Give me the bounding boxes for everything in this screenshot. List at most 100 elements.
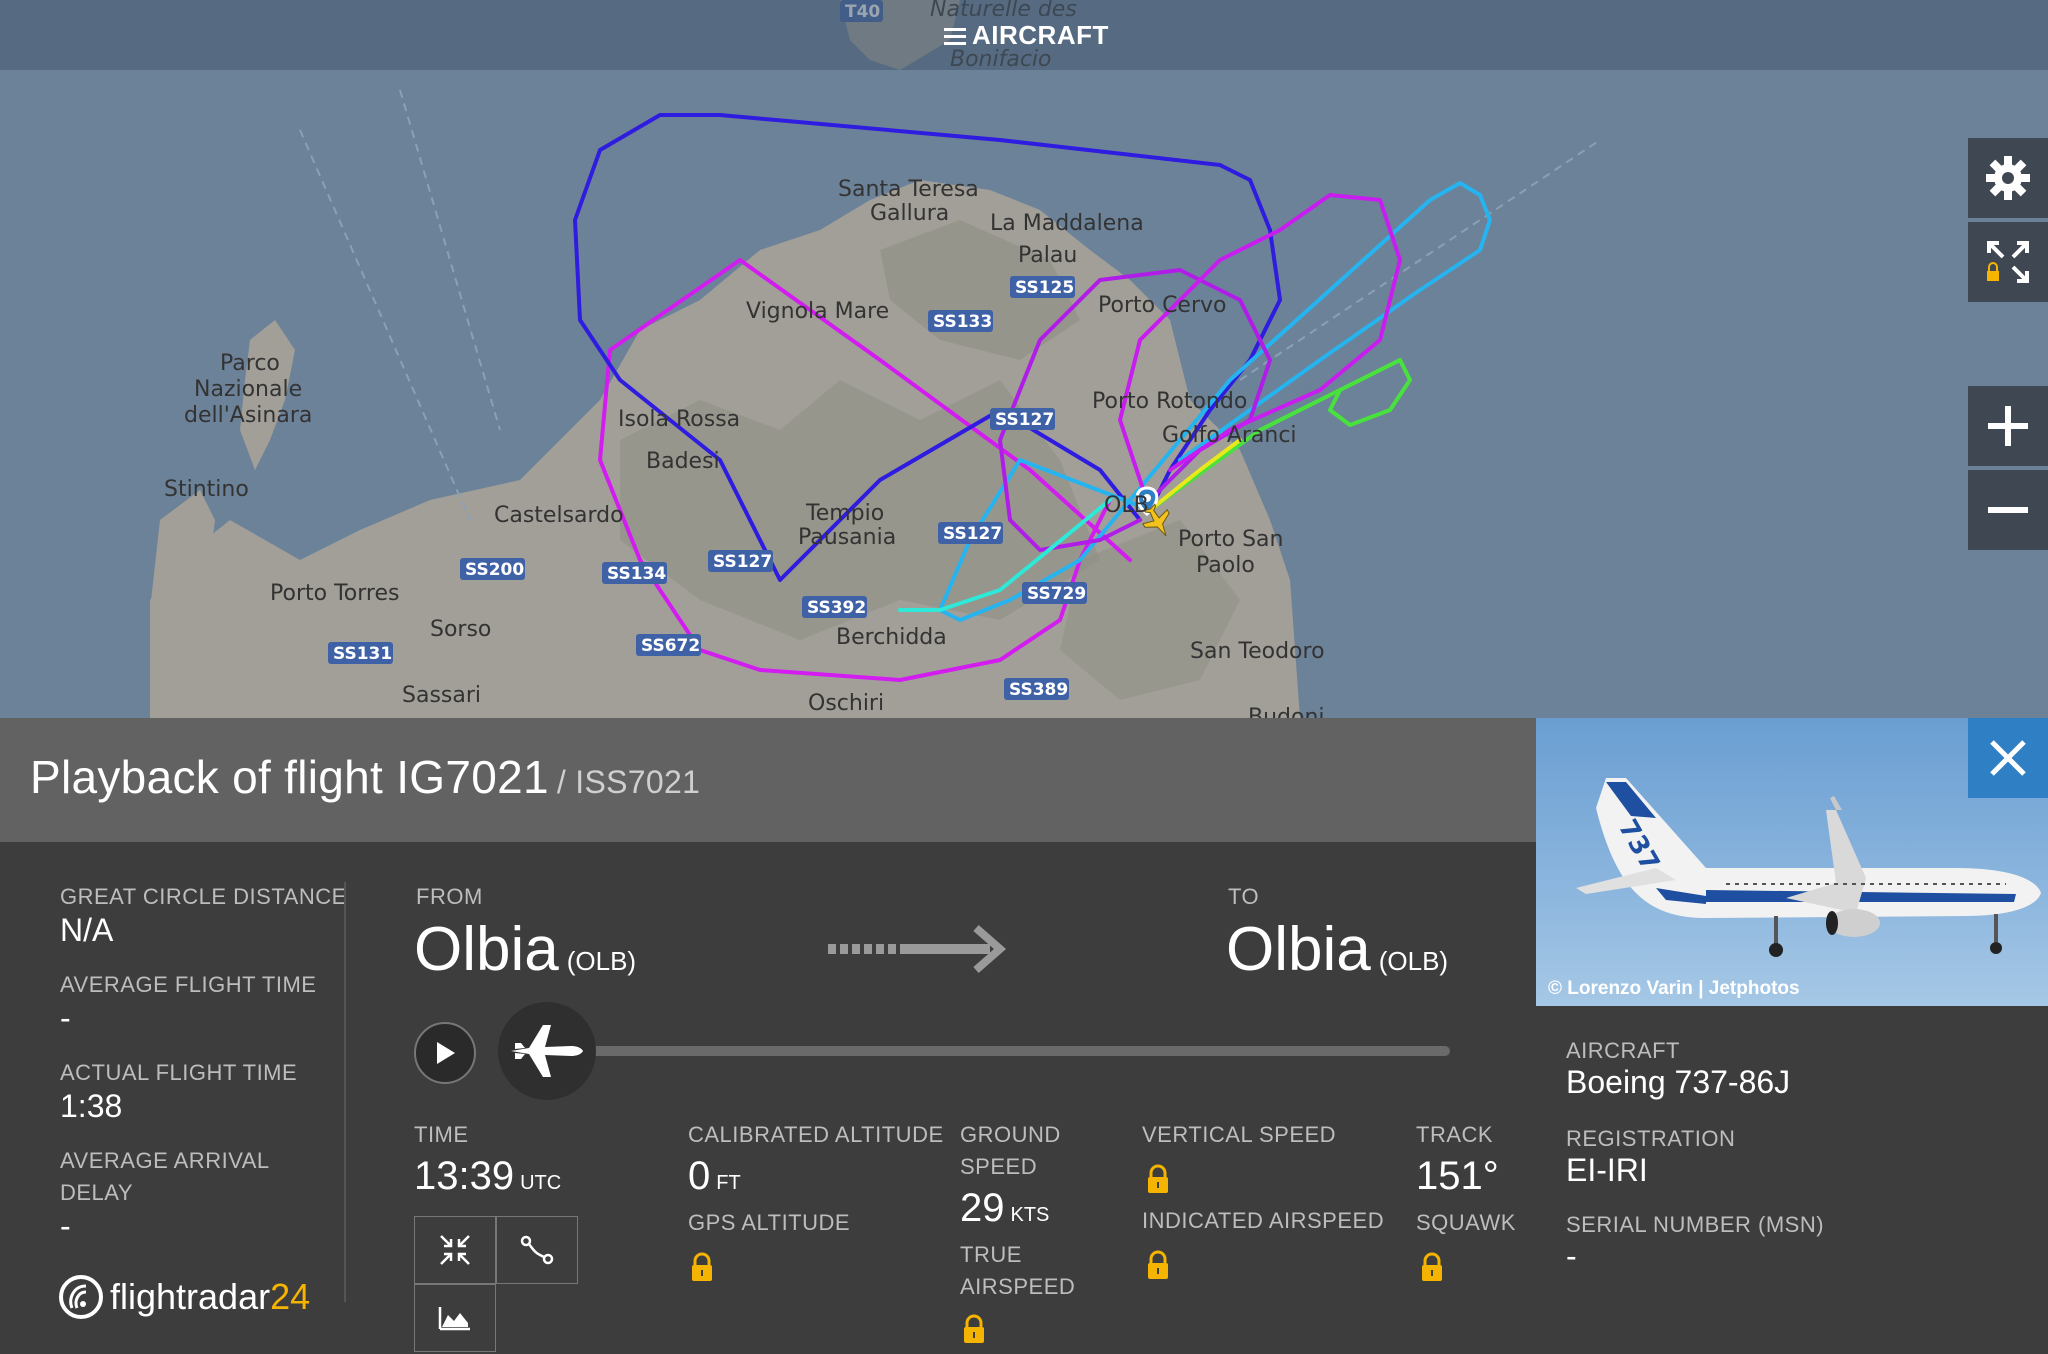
road-shield: SS389 [1004,678,1069,700]
place-label: Palau [1018,243,1077,268]
route-icon [520,1235,554,1265]
road-shield: SS127 [938,522,1003,544]
expand-icon [1987,241,2029,283]
road-shield: SS134 [602,562,667,584]
svg-text:SS200: SS200 [465,560,524,580]
time-value: 13:39 [414,1154,515,1198]
settings-button[interactable] [1968,138,2048,218]
place-label: Porto San [1178,527,1283,552]
place-label: Parco [220,351,280,376]
road-shield: SS133 [928,310,993,332]
aircraft-type-label: AIRCRAFT [1566,1038,1680,1063]
to-airport: Olbia (OLB) [1226,914,1448,985]
place-label: Isola Rossa [618,407,740,432]
time-readout: 13:39 UTC [414,1154,561,1199]
to-code: (OLB) [1378,946,1449,976]
gs-label-2: SPEED [960,1154,1038,1179]
cal-alt-value: 0 [688,1154,711,1198]
play-button[interactable] [414,1022,476,1084]
road-shield: SS392 [802,596,867,618]
playback-timeline[interactable] [520,1046,1450,1056]
altitude-graph-button[interactable] [414,1284,496,1352]
aad-value: - [60,1208,71,1244]
svg-text:SS127: SS127 [943,524,1002,544]
zoom-in-button[interactable] [1968,386,2048,466]
gps-alt-label: GPS ALTITUDE [688,1210,851,1235]
place-label: La Maddalena [990,211,1144,236]
gcd-value: N/A [60,912,114,948]
aad-label-1: AVERAGE ARRIVAL [60,1148,270,1173]
radar-logo-icon [59,1275,103,1319]
place-label: Sorso [430,617,491,642]
map-canvas: Naturelle desBonifacioSanta TeresaGallur… [150,0,1601,718]
road-shield: SS200 [460,558,525,580]
ias-label: INDICATED AIRSPEED [1142,1208,1385,1233]
flight-title: Playback of flight IG7021/ ISS7021 [30,750,700,804]
svg-text:SS392: SS392 [807,598,866,618]
brand-number: 24 [270,1276,311,1317]
sea-lane-3 [1239,139,1601,381]
aft-value: - [60,1000,71,1036]
flight-title-text: Playback of flight IG7021 [30,751,549,803]
place-label: Porto Rotondo [1092,389,1247,414]
place-label: Pausania [798,525,896,550]
airplane-icon [511,1025,583,1077]
place-label: Gallura [870,201,949,226]
aircraft-info-panel: 737 © Lorenzo Varin | Jetphotos AIRCRAFT… [1536,718,2048,1354]
tas-label-1: TRUE [960,1242,1022,1267]
gs-readout: 29 KTS [960,1186,1049,1231]
place-label: Berchidda [836,625,947,650]
plus-icon [1988,406,2028,446]
fullscreen-button[interactable] [1968,222,2048,302]
to-city: Olbia [1226,915,1371,984]
msn-label: SERIAL NUMBER (MSN) [1566,1212,1825,1237]
close-panel-button[interactable] [1968,718,2048,798]
route-toggle-button[interactable] [496,1216,578,1284]
lock-icon[interactable] [962,1314,986,1344]
lock-icon[interactable] [1420,1252,1444,1282]
place-label: Oschiri [808,691,884,716]
photo-credit[interactable]: © Lorenzo Varin | Jetphotos [1548,978,1800,1000]
place-label: Vignola Mare [746,299,889,324]
time-unit: UTC [520,1172,562,1194]
place-label: Tempio [805,501,884,526]
road-shield: SS127 [990,408,1055,430]
place-label: Nazionale [194,377,302,402]
lock-icon[interactable] [690,1252,714,1282]
track-label: TRACK [1416,1122,1494,1147]
act-label: ACTUAL FLIGHT TIME [60,1060,298,1085]
road-shield: SS131 [328,642,393,664]
zoom-out-button[interactable] [1968,470,2048,550]
place-label: OLB [1104,493,1149,518]
flight-map[interactable]: Naturelle desBonifacioSanta TeresaGallur… [0,0,2048,718]
place-label: Budoni [1248,705,1325,718]
aircraft-type-value: Boeing 737-86J [1566,1064,1791,1100]
brand-name: flightradar [110,1276,271,1317]
gear-icon [1986,156,2030,200]
collapse-icon [440,1235,470,1265]
from-airport: Olbia (OLB) [414,914,636,985]
aircraft-menu-button[interactable]: AIRCRAFT [944,20,1109,51]
registration-label: REGISTRATION [1566,1126,1736,1151]
flight-playback-panel: Playback of flight IG7021/ ISS7021 GREAT… [0,718,1536,1354]
column-divider [344,882,346,1302]
place-label: Golfo Aranci [1162,423,1297,448]
flightradar24-logo[interactable]: flightradar24 [58,1274,310,1320]
svg-text:SS729: SS729 [1027,584,1086,604]
sea-lane-2 [399,89,501,431]
svg-text:SS133: SS133 [933,312,992,332]
playback-handle[interactable] [498,1002,596,1100]
play-icon [437,1042,455,1064]
lock-icon[interactable] [1146,1164,1170,1194]
gcd-label: GREAT CIRCLE DISTANCE [60,884,347,909]
time-label: TIME [414,1122,469,1147]
place-label: Santa Teresa [838,177,979,202]
squawk-label: SQUAWK [1416,1210,1516,1235]
place-label: Paolo [1196,553,1255,578]
gs-label-1: GROUND [960,1122,1061,1147]
from-code: (OLB) [566,946,637,976]
lock-icon[interactable] [1146,1250,1170,1280]
collapse-view-button[interactable] [414,1216,496,1284]
svg-text:SS131: SS131 [333,644,392,664]
panel-header: Playback of flight IG7021/ ISS7021 [0,718,1536,842]
